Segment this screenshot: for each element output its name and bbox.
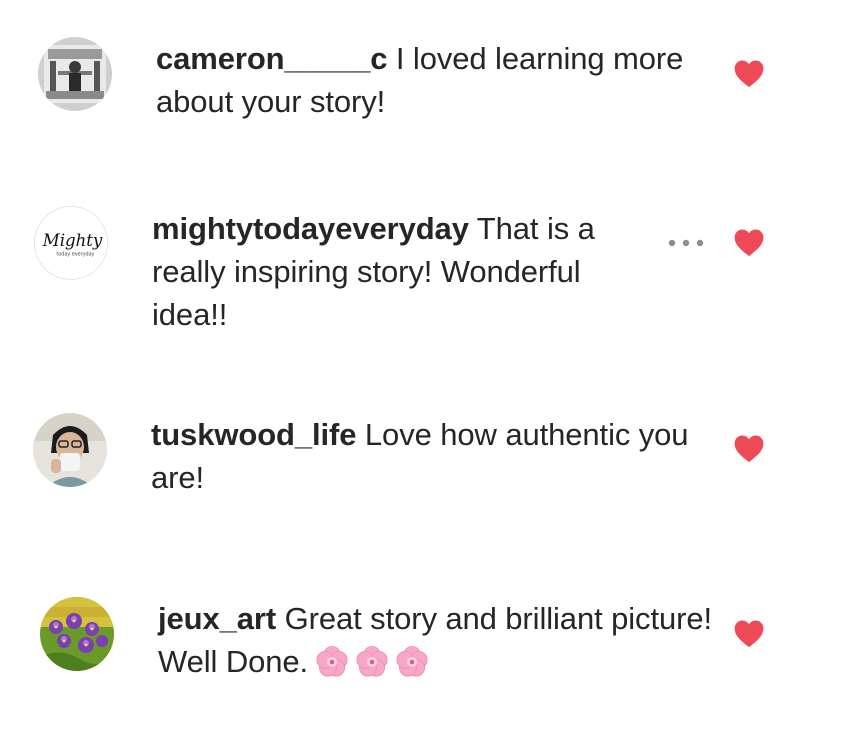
photo-avatar-flowers-icon xyxy=(40,597,114,671)
mighty-logo-avatar-icon: Mighty today everyday xyxy=(35,207,107,279)
comment-text-4: jeux_art Great story and brilliant pictu… xyxy=(158,597,718,683)
avatar-cameron[interactable] xyxy=(38,37,112,111)
cherry-blossom-icon xyxy=(356,646,388,678)
comment-username[interactable]: mightytodayeveryday xyxy=(152,211,469,246)
like-button[interactable] xyxy=(733,227,765,257)
comment-username[interactable]: tuskwood_life xyxy=(151,417,357,452)
svg-text:today everyday: today everyday xyxy=(56,252,94,258)
heart-filled-icon xyxy=(734,229,764,257)
like-button[interactable] xyxy=(733,58,765,88)
heart-filled-icon xyxy=(734,620,764,648)
comment-text-1: cameron_____c I loved learning more abou… xyxy=(156,37,716,123)
photo-avatar-person-mug-icon xyxy=(33,413,107,487)
comment-username[interactable]: cameron_____c xyxy=(156,41,387,76)
avatar-tuskwood[interactable] xyxy=(33,413,107,487)
svg-text:Mighty: Mighty xyxy=(42,231,103,250)
more-options-button[interactable] xyxy=(666,238,706,248)
emoji-group xyxy=(308,644,428,679)
avatar-jeux-art[interactable] xyxy=(40,597,114,671)
comment-text-2: mightytodayeveryday That is a really ins… xyxy=(152,207,662,336)
like-button[interactable] xyxy=(733,618,765,648)
heart-filled-icon xyxy=(734,60,764,88)
comment-username[interactable]: jeux_art xyxy=(158,601,276,636)
photo-avatar-grayscale-icon xyxy=(38,37,112,111)
more-horizontal-icon xyxy=(668,239,704,247)
avatar-mightytodayeveryday[interactable]: Mighty today everyday xyxy=(34,206,108,280)
cherry-blossom-icon xyxy=(396,646,428,678)
comment-text-3: tuskwood_life Love how authentic you are… xyxy=(151,413,711,499)
cherry-blossom-icon xyxy=(316,646,348,678)
heart-filled-icon xyxy=(734,435,764,463)
like-button[interactable] xyxy=(733,433,765,463)
